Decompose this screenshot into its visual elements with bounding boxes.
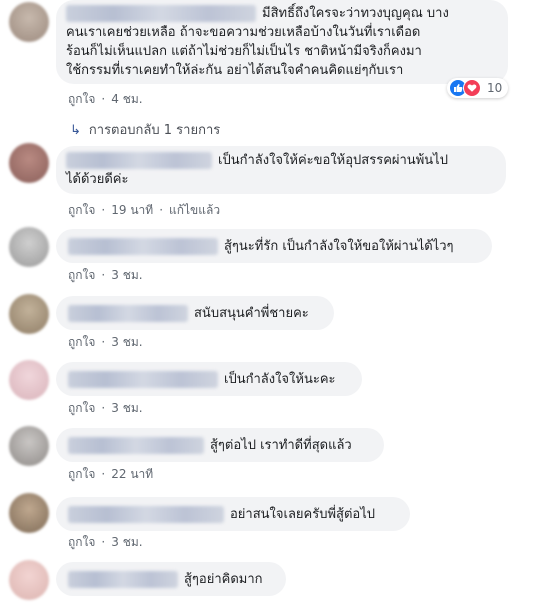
commenter-name-blurred[interactable] [66, 152, 212, 169]
comment-text: สู้ๆต่อไป เราทำดีที่สุดแล้ว [210, 438, 352, 453]
timestamp[interactable]: 4 ชม. [111, 92, 142, 106]
like-link[interactable]: ถูกใจ [68, 92, 95, 106]
separator: · [159, 203, 164, 217]
comment-text: สู้ๆอย่าคิดมาก [184, 572, 263, 587]
commenter-name-blurred[interactable] [68, 437, 204, 454]
avatar[interactable] [9, 227, 49, 267]
separator: · [101, 401, 106, 415]
comment-bubble: สู้ๆนะที่รัก เป็นกำลังใจให้ขอให้ผ่านได้ไ… [56, 229, 492, 263]
commenter-name-blurred[interactable] [68, 238, 218, 255]
avatar[interactable] [9, 493, 49, 533]
like-link[interactable]: ถูกใจ [68, 535, 95, 549]
reaction-count: 10 [487, 81, 503, 95]
comment-actions: ถูกใจ · 3 ชม. [68, 533, 143, 552]
separator: · [101, 203, 106, 217]
comment-bubble: เป็นกำลังใจให้ค่ะขอให้อุปสรรคผ่านพ้นไป ไ… [56, 146, 506, 194]
avatar[interactable] [9, 560, 49, 600]
view-replies-link[interactable]: ↳ การตอบกลับ 1 รายการ [70, 119, 220, 140]
comment-text: คนเราเคยช่วยเหลือ ถ้าจะขอความช่วยเหลือบ้… [66, 25, 421, 40]
commenter-name-blurred[interactable] [68, 571, 178, 588]
commenter-name-blurred[interactable] [66, 5, 256, 22]
separator: · [101, 335, 106, 349]
replies-count: การตอบกลับ 1 รายการ [88, 123, 221, 138]
comment-bubble: สู้ๆต่อไป เราทำดีที่สุดแล้ว [56, 428, 384, 462]
comment-text: เป็นกำลังใจให้นะคะ [224, 372, 336, 387]
separator: · [101, 467, 106, 481]
comment-text: เป็นกำลังใจให้ค่ะขอให้อุปสรรคผ่านพ้นไป [218, 153, 448, 168]
avatar[interactable] [9, 426, 49, 466]
comment-text: สู้ๆนะที่รัก เป็นกำลังใจให้ขอให้ผ่านได้ไ… [224, 239, 454, 254]
comment-actions: ถูกใจ · 3 ชม. [68, 333, 143, 352]
comment-bubble: สู้ๆอย่าคิดมาก [56, 562, 286, 596]
heart-icon [463, 79, 481, 97]
like-link[interactable]: ถูกใจ [68, 335, 95, 349]
timestamp[interactable]: 3 ชม. [111, 335, 142, 349]
like-link[interactable]: ถูกใจ [68, 268, 95, 282]
like-link[interactable]: ถูกใจ [68, 203, 95, 217]
avatar[interactable] [9, 2, 49, 42]
comment-actions: ถูกใจ · 4 ชม. [68, 90, 143, 109]
like-link[interactable]: ถูกใจ [68, 401, 95, 415]
comment-text: สนับสนุนคำพี่ชายคะ [194, 306, 309, 321]
comment-text: ใช้กรรมที่เราเคยทำให้ล่ะกัน อย่าได้สนใจค… [66, 63, 404, 78]
comment-actions: ถูกใจ · 3 ชม. [68, 266, 143, 285]
timestamp[interactable]: 3 ชม. [111, 401, 142, 415]
comment-actions: ถูกใจ · 19 นาที · แก้ไขแล้ว [68, 201, 220, 220]
timestamp[interactable]: 19 นาที [111, 203, 153, 217]
edited-label[interactable]: แก้ไขแล้ว [169, 203, 220, 217]
commenter-name-blurred[interactable] [68, 371, 218, 388]
comment-bubble: มีสิทธิ์ถึงใครจะว่าทวงบุญคุณ บาง คนเราเค… [56, 0, 508, 84]
comment-text: มีสิทธิ์ถึงใครจะว่าทวงบุญคุณ บาง [262, 6, 449, 21]
avatar[interactable] [9, 143, 49, 183]
comment-text: อย่าสนใจเลยครับพี่สู้ต่อไป [230, 507, 376, 522]
comment-actions: ถูกใจ · 3 ชม. [68, 399, 143, 418]
commenter-name-blurred[interactable] [68, 506, 224, 523]
timestamp[interactable]: 22 นาที [111, 467, 153, 481]
comment-bubble: อย่าสนใจเลยครับพี่สู้ต่อไป [56, 497, 410, 531]
separator: · [101, 268, 106, 282]
comment-text: ร้อนก็ไม่เห็นแปลก แต่ถ้าไม่ช่วยก็ไม่เป็น… [66, 44, 422, 59]
separator: · [101, 92, 106, 106]
reply-arrow-icon: ↳ [70, 123, 81, 138]
like-link[interactable]: ถูกใจ [68, 467, 95, 481]
commenter-name-blurred[interactable] [68, 305, 188, 322]
comment-bubble: เป็นกำลังใจให้นะคะ [56, 362, 362, 396]
reaction-summary[interactable]: 10 [447, 78, 509, 98]
comment-text: ได้ด้วยดีค่ะ [66, 172, 129, 187]
comment-actions: ถูกใจ · 22 นาที [68, 465, 153, 484]
separator: · [101, 535, 106, 549]
avatar[interactable] [9, 360, 49, 400]
timestamp[interactable]: 3 ชม. [111, 535, 142, 549]
comment-bubble: สนับสนุนคำพี่ชายคะ [56, 296, 334, 330]
avatar[interactable] [9, 294, 49, 334]
timestamp[interactable]: 3 ชม. [111, 268, 142, 282]
